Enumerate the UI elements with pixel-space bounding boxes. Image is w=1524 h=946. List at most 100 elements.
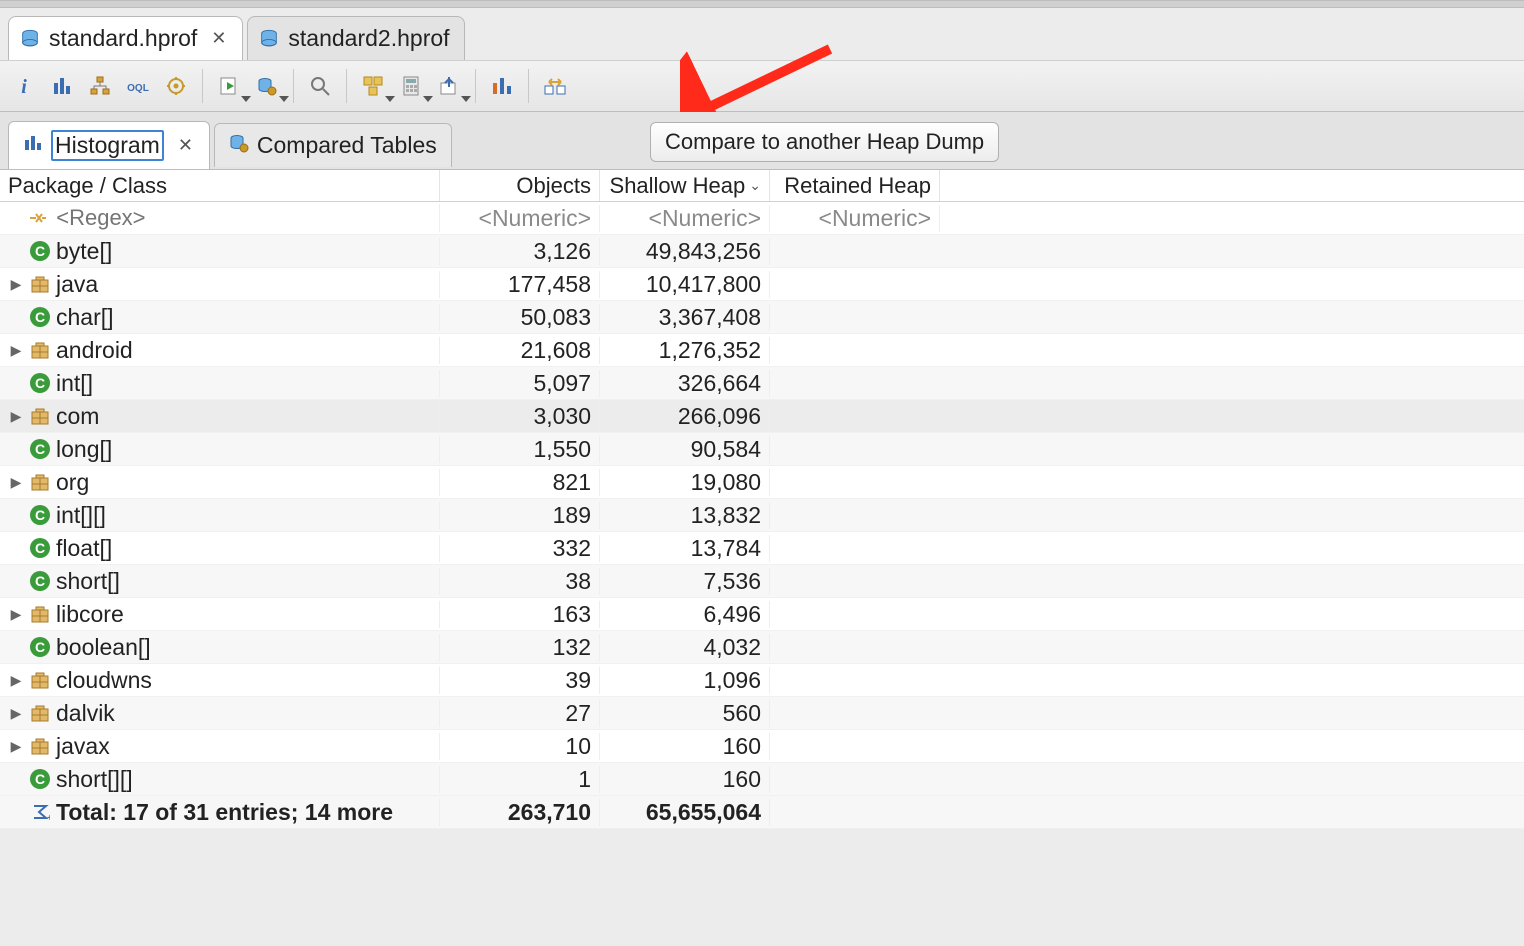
table-row[interactable]: ▶dalvik27560 xyxy=(0,697,1524,730)
expand-toggle-icon[interactable]: ▶ xyxy=(8,474,24,490)
cell-shallow: 13,784 xyxy=(600,535,770,562)
compare-basket-icon[interactable] xyxy=(486,70,518,102)
table-row[interactable]: ▶Cshort[][]1160 xyxy=(0,763,1524,796)
cell-objects: 332 xyxy=(440,535,600,562)
table-row[interactable]: ▶Cint[]5,097326,664 xyxy=(0,367,1524,400)
toolbar-separator xyxy=(293,69,294,103)
row-name: libcore xyxy=(56,601,124,628)
row-name: dalvik xyxy=(56,700,115,727)
cell-shallow: 6,496 xyxy=(600,601,770,628)
heap-dump-icon xyxy=(258,28,280,50)
row-name: int[][] xyxy=(56,502,106,529)
compare-heap-dump-icon[interactable] xyxy=(539,70,571,102)
tab-label: Compared Tables xyxy=(257,132,437,159)
expand-toggle-icon[interactable]: ▶ xyxy=(8,276,24,292)
expand-toggle-icon[interactable]: ▶ xyxy=(8,705,24,721)
expand-toggle-icon[interactable]: ▶ xyxy=(8,606,24,622)
table-row[interactable]: ▶Cshort[]387,536 xyxy=(0,565,1524,598)
calculator-icon[interactable] xyxy=(395,70,427,102)
dropdown-arrow-icon xyxy=(423,96,433,102)
table-row[interactable]: ▶com3,030266,096 xyxy=(0,400,1524,433)
cell-shallow: 19,080 xyxy=(600,469,770,496)
table-row[interactable]: ▶Cbyte[]3,12649,843,256 xyxy=(0,235,1524,268)
numeric-filter-placeholder[interactable]: <Numeric> xyxy=(649,205,761,232)
cell-shallow: 266,096 xyxy=(600,403,770,430)
group-icon[interactable] xyxy=(357,70,389,102)
oql-icon[interactable]: OQL xyxy=(122,70,154,102)
class-icon: C xyxy=(30,439,50,459)
expand-toggle-icon[interactable]: ▶ xyxy=(8,738,24,754)
table-row[interactable]: ▶Clong[]1,55090,584 xyxy=(0,433,1524,466)
row-name: short[] xyxy=(56,568,120,595)
expand-toggle-icon[interactable]: ▶ xyxy=(8,672,24,688)
search-icon[interactable] xyxy=(304,70,336,102)
expand-toggle-icon[interactable]: ▶ xyxy=(8,342,24,358)
total-label: Total: 17 of 31 entries; 14 more xyxy=(56,799,393,826)
tab-histogram[interactable]: Histogram ✕ xyxy=(8,121,210,169)
file-tab-standard2-hprof[interactable]: standard2.hprof xyxy=(247,16,464,60)
table-row[interactable]: ▶Cboolean[]1324,032 xyxy=(0,631,1524,664)
row-name: javax xyxy=(56,733,110,760)
table-row[interactable]: ▶java177,45810,417,800 xyxy=(0,268,1524,301)
compare-heap-dump-button[interactable]: Compare to another Heap Dump xyxy=(650,122,999,162)
cell-objects: 1 xyxy=(440,766,600,793)
toolbar-separator xyxy=(475,69,476,103)
run-report-icon[interactable] xyxy=(213,70,245,102)
close-icon[interactable]: ✕ xyxy=(209,28,228,49)
package-icon xyxy=(30,604,50,624)
dropdown-arrow-icon xyxy=(461,96,471,102)
cell-shallow: 13,832 xyxy=(600,502,770,529)
tab-label: Histogram xyxy=(51,130,164,161)
table-row[interactable]: ▶Cchar[]50,0833,367,408 xyxy=(0,301,1524,334)
regex-filter-input[interactable] xyxy=(54,204,431,232)
total-shallow: 65,655,064 xyxy=(600,799,770,826)
cell-objects: 821 xyxy=(440,469,600,496)
table-row[interactable]: ▶Cfloat[]33213,784 xyxy=(0,532,1524,565)
class-icon: C xyxy=(30,538,50,558)
gear-db-icon xyxy=(229,132,249,159)
cell-shallow: 1,096 xyxy=(600,667,770,694)
row-name: long[] xyxy=(56,436,112,463)
cell-objects: 10 xyxy=(440,733,600,760)
query-browser-icon[interactable] xyxy=(251,70,283,102)
histogram-icon[interactable] xyxy=(46,70,78,102)
column-header-objects[interactable]: Objects xyxy=(440,170,600,201)
file-tab-bar: standard.hprof ✕ standard2.hprof xyxy=(0,8,1524,60)
cell-objects: 177,458 xyxy=(440,271,600,298)
close-icon[interactable]: ✕ xyxy=(176,135,195,156)
numeric-filter-placeholder[interactable]: <Numeric> xyxy=(819,205,931,232)
file-tab-label: standard.hprof xyxy=(49,25,197,52)
column-header-retained-heap[interactable]: Retained Heap xyxy=(770,170,940,201)
dominator-tree-icon[interactable] xyxy=(84,70,116,102)
file-tab-standard-hprof[interactable]: standard.hprof ✕ xyxy=(8,16,243,60)
svg-text:i: i xyxy=(21,76,27,97)
svg-text:OQL: OQL xyxy=(127,83,149,94)
table-row[interactable]: ▶org82119,080 xyxy=(0,466,1524,499)
table-row[interactable]: ▶javax10160 xyxy=(0,730,1524,763)
column-header-label: Shallow Heap xyxy=(610,173,746,199)
package-icon xyxy=(30,340,50,360)
row-name: int[] xyxy=(56,370,93,397)
overview-icon[interactable]: i xyxy=(8,70,40,102)
cell-shallow: 160 xyxy=(600,766,770,793)
cell-objects: 27 xyxy=(440,700,600,727)
row-name: com xyxy=(56,403,99,430)
export-icon[interactable] xyxy=(433,70,465,102)
cell-objects: 189 xyxy=(440,502,600,529)
expand-toggle-icon[interactable]: ▶ xyxy=(8,408,24,424)
column-header-shallow-heap[interactable]: Shallow Heap⌄ xyxy=(600,170,770,201)
table-row[interactable]: ▶android21,6081,276,352 xyxy=(0,334,1524,367)
tab-compared-tables[interactable]: Compared Tables xyxy=(214,123,452,167)
dropdown-arrow-icon xyxy=(385,96,395,102)
thread-overview-icon[interactable] xyxy=(160,70,192,102)
numeric-filter-placeholder[interactable]: <Numeric> xyxy=(479,205,591,232)
file-tab-label: standard2.hprof xyxy=(288,25,449,52)
main-toolbar: i OQL xyxy=(0,60,1524,112)
table-row[interactable]: ▶libcore1636,496 xyxy=(0,598,1524,631)
total-row: ▶ + Total: 17 of 31 entries; 14 more 263… xyxy=(0,796,1524,829)
editor-tab-bar: Histogram ✕ Compared Tables Compare to a… xyxy=(0,112,1524,170)
table-row[interactable]: ▶cloudwns391,096 xyxy=(0,664,1524,697)
column-header-package-class[interactable]: Package / Class xyxy=(0,170,440,201)
row-name: boolean[] xyxy=(56,634,151,661)
table-row[interactable]: ▶Cint[][]18913,832 xyxy=(0,499,1524,532)
